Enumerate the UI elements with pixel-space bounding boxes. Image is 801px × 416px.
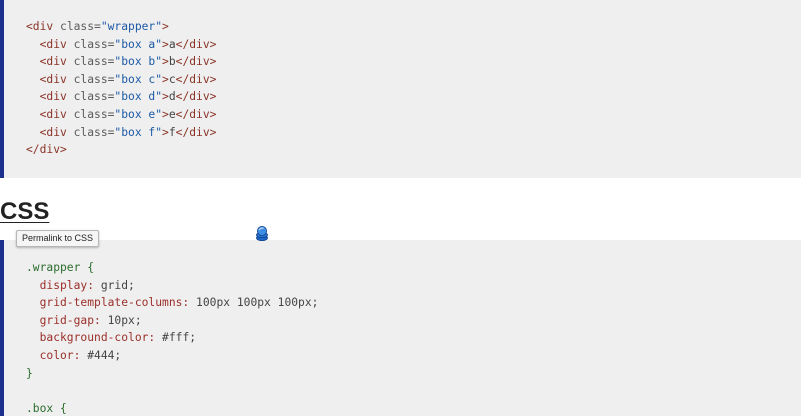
- permalink-tooltip: Permalink to CSS: [16, 230, 100, 247]
- tag-end: </div>: [175, 107, 217, 121]
- tag-end: </div>: [175, 37, 217, 51]
- element-text: c: [168, 72, 176, 86]
- attr-value: "box a": [114, 37, 163, 51]
- code-line: .wrapper {: [26, 259, 318, 277]
- tag-open: <div: [26, 125, 74, 139]
- css-selector: .wrapper {: [26, 261, 95, 274]
- code-line: background-color: #fff;: [26, 329, 318, 347]
- code-line: <div class="box e">e</div>: [26, 106, 217, 124]
- tag-open: <div: [26, 72, 74, 86]
- css-property: color:: [26, 348, 81, 362]
- code-line: </div>: [26, 141, 216, 159]
- attr-value: "box e": [114, 107, 163, 121]
- code-line: grid-template-columns: 100px 100px 100px…: [26, 294, 319, 312]
- busy-cursor-icon: [256, 226, 268, 241]
- css-property: grid-template-columns:: [26, 296, 190, 310]
- css-value: 10px;: [100, 313, 142, 327]
- tag-close: >: [162, 107, 169, 121]
- attr-name: class=: [60, 20, 101, 33]
- tag-close: >: [162, 55, 169, 69]
- css-property: background-color:: [26, 331, 156, 345]
- tag-open: </div>: [26, 143, 67, 157]
- tag-open: <div: [26, 20, 61, 33]
- css-value: #444;: [80, 348, 122, 362]
- html-code: <div class="wrapper"> <div class="box a"…: [26, 18, 216, 159]
- code-line: grid-gap: 10px;: [26, 312, 318, 330]
- css-section-heading[interactable]: CSS: [0, 198, 49, 226]
- tag-close: >: [162, 20, 169, 33]
- tag-close: >: [162, 125, 169, 139]
- attr-value: "box c": [114, 72, 163, 86]
- element-text: d: [168, 90, 176, 104]
- element-text: a: [168, 37, 176, 51]
- attr-value: "box b": [114, 55, 163, 69]
- tag-close: >: [162, 90, 169, 104]
- css-selector: }: [26, 366, 33, 380]
- attr-name: class=: [73, 37, 115, 51]
- code-line: <div class="box d">d</div>: [26, 88, 217, 106]
- css-code: .wrapper { display: grid; grid-template-…: [26, 259, 318, 416]
- tag-open: <div: [26, 90, 74, 104]
- code-line: <div class="box a">a</div>: [26, 36, 217, 54]
- tag-open: <div: [26, 37, 74, 51]
- attr-name: class=: [73, 72, 115, 86]
- tag-open: <div: [26, 107, 74, 121]
- code-line: <div class="wrapper">: [26, 18, 216, 36]
- element-text: b: [168, 55, 176, 69]
- css-value: #fff;: [155, 331, 197, 345]
- code-line: color: #444;: [26, 347, 318, 365]
- code-line: <div class="box b">b</div>: [26, 53, 217, 71]
- tag-end: </div>: [175, 90, 217, 104]
- docs-page: <div class="wrapper"> <div class="box a"…: [0, 0, 801, 416]
- code-line: .box {: [26, 400, 318, 416]
- attr-name: class=: [73, 90, 115, 104]
- css-value: grid;: [94, 278, 135, 292]
- tag-close: >: [162, 72, 169, 86]
- tag-close: >: [162, 37, 169, 51]
- html-code-block: <div class="wrapper"> <div class="box a"…: [0, 0, 801, 178]
- code-line: display: grid;: [26, 277, 318, 295]
- attr-value: "wrapper": [100, 20, 163, 33]
- attr-name: class=: [73, 125, 115, 139]
- css-selector: .box {: [26, 401, 67, 415]
- code-line: }: [26, 365, 318, 383]
- tag-end: </div>: [175, 55, 217, 69]
- element-text: e: [168, 107, 176, 121]
- tag-end: </div>: [175, 72, 217, 86]
- css-property: display:: [26, 278, 95, 292]
- attr-value: "box d": [114, 90, 163, 104]
- tag-open: <div: [26, 55, 74, 69]
- attr-value: "box f": [114, 125, 163, 139]
- element-text: f: [168, 125, 176, 139]
- code-line: <div class="box c">c</div>: [26, 71, 217, 89]
- css-value: 100px 100px 100px;: [189, 296, 319, 310]
- code-line: <div class="box f">f</div>: [26, 124, 217, 142]
- css-property: grid-gap:: [26, 313, 101, 327]
- css-code-block: .wrapper { display: grid; grid-template-…: [0, 240, 801, 416]
- attr-name: class=: [73, 55, 115, 69]
- tag-end: </div>: [175, 125, 217, 139]
- attr-name: class=: [73, 107, 115, 121]
